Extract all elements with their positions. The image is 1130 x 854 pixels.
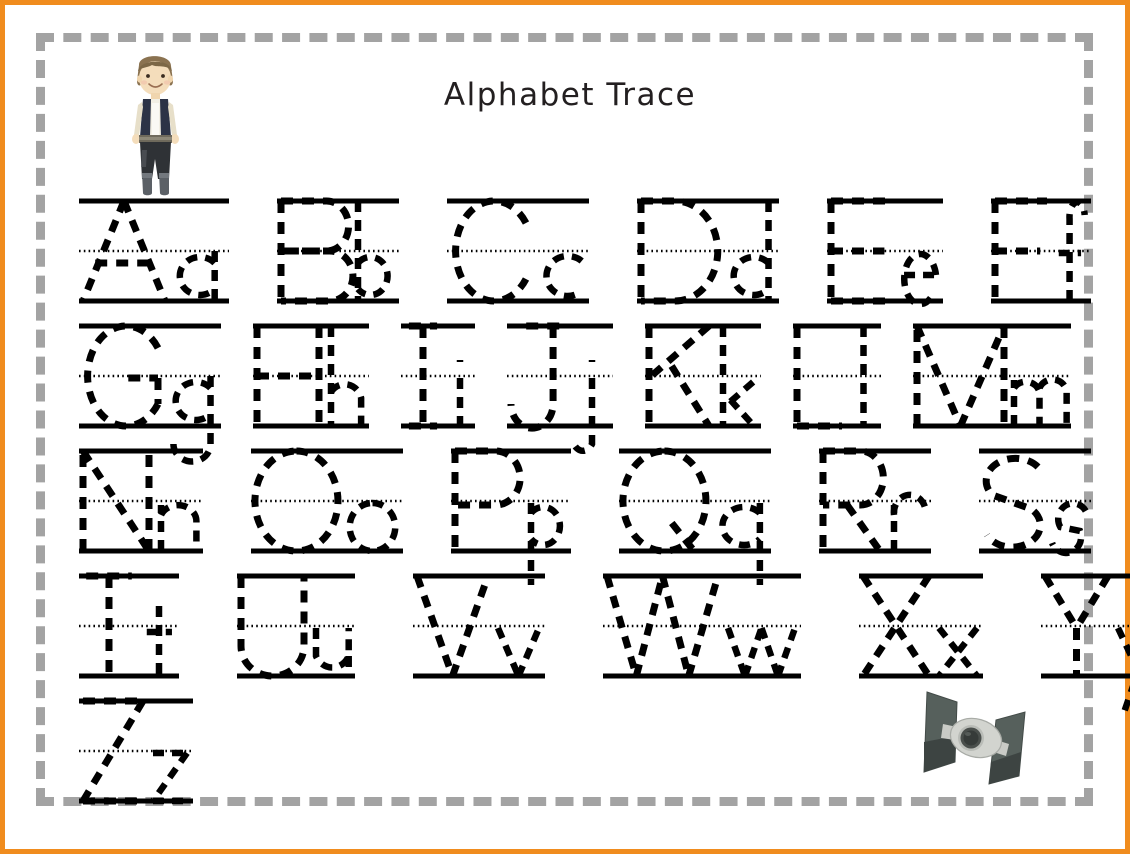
uppercase-O [251,447,342,555]
uppercase-F [991,197,1047,301]
uppercase-E [827,197,893,305]
letter-cell-tt[interactable] [75,568,179,679]
letter-cell-qq[interactable] [615,443,771,585]
alphabet-trace-grid [5,5,1130,854]
letter-cell-xx[interactable] [855,568,983,679]
letter-cell-bb[interactable] [273,193,399,305]
letter-cell-ee[interactable] [823,193,943,308]
uppercase-P [451,447,524,551]
letter-cell-zz[interactable] [75,693,193,805]
worksheet-page: Alphabet Trace [0,0,1130,854]
letter-cell-hh[interactable] [249,318,369,429]
lowercase-a [176,251,218,301]
uppercase-I [408,322,438,430]
letter-cell-kk[interactable] [641,318,761,429]
letter-cell-ss[interactable] [975,443,1091,557]
lowercase-x [936,625,980,679]
lowercase-z [150,749,190,805]
letter-cell-ww[interactable] [599,568,801,679]
lowercase-y [1115,626,1130,716]
uppercase-N [79,449,153,553]
letter-cell-oo[interactable] [247,443,403,555]
uppercase-W [603,575,722,677]
letter-cell-ll[interactable] [789,318,881,430]
lowercase-o [346,499,399,555]
lowercase-s [1049,500,1089,557]
uppercase-A [79,199,169,303]
letter-cell-mm[interactable] [909,318,1071,429]
letter-cell-nn[interactable] [75,443,203,554]
letter-cell-jj[interactable] [503,318,613,455]
uppercase-B [277,197,357,305]
letter-cell-uu[interactable] [233,568,355,680]
uppercase-Y [1042,574,1111,676]
letter-row-3 [75,568,1130,716]
lowercase-e [901,250,940,308]
letter-row-1 [75,318,1075,465]
letter-cell-aa[interactable] [75,193,229,304]
letter-cell-rr[interactable] [815,443,931,554]
uppercase-T [86,572,132,676]
uppercase-H [253,326,323,426]
letter-cell-gg[interactable] [75,318,221,465]
lowercase-m [1010,376,1070,426]
lowercase-u [312,628,352,676]
uppercase-J [507,322,567,432]
lowercase-n [157,501,200,551]
letter-cell-yy[interactable] [1037,568,1130,716]
lowercase-j [570,360,596,455]
letter-cell-ff[interactable] [987,193,1091,304]
letter-cell-ii[interactable] [397,318,475,430]
letter-row-2 [75,443,1091,585]
letter-cell-cc[interactable] [443,193,589,305]
lowercase-w [724,626,799,678]
lowercase-r [890,491,929,551]
uppercase-S [982,454,1044,551]
lowercase-t [146,606,172,676]
letter-row-4 [75,693,1075,805]
uppercase-Q [619,447,710,558]
lowercase-v [495,626,542,678]
uppercase-U [237,576,308,680]
lowercase-c [543,252,584,300]
letter-cell-dd[interactable] [633,193,779,305]
letter-row-0 [75,193,1091,308]
lowercase-f [1058,198,1088,301]
letter-cell-vv[interactable] [409,568,545,679]
letter-cell-pp[interactable] [447,443,571,585]
uppercase-X [860,574,932,678]
